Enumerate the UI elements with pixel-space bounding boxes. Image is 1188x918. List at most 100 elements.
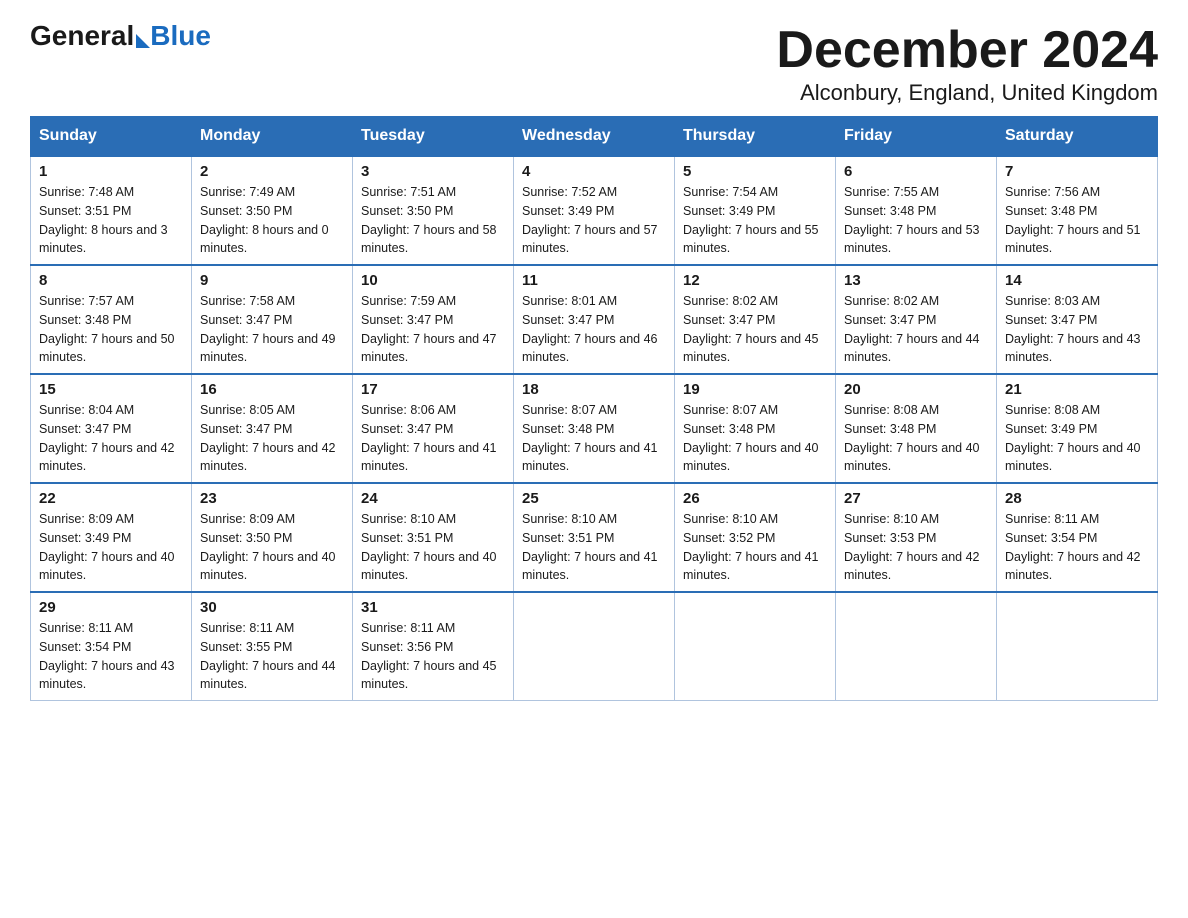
day-info: Sunrise: 8:11 AMSunset: 3:56 PMDaylight:… (361, 621, 497, 691)
day-number: 10 (361, 272, 505, 289)
day-info: Sunrise: 8:01 AMSunset: 3:47 PMDaylight:… (522, 294, 658, 364)
table-row: 6Sunrise: 7:55 AMSunset: 3:48 PMDaylight… (836, 156, 997, 265)
table-row: 21Sunrise: 8:08 AMSunset: 3:49 PMDayligh… (997, 374, 1158, 483)
table-row: 8Sunrise: 7:57 AMSunset: 3:48 PMDaylight… (31, 265, 192, 374)
day-number: 2 (200, 163, 344, 180)
day-info: Sunrise: 8:07 AMSunset: 3:48 PMDaylight:… (683, 403, 819, 473)
col-tuesday: Tuesday (353, 117, 514, 157)
table-row (836, 592, 997, 701)
day-info: Sunrise: 8:05 AMSunset: 3:47 PMDaylight:… (200, 403, 336, 473)
logo-triangle-icon (136, 34, 150, 48)
day-info: Sunrise: 8:08 AMSunset: 3:49 PMDaylight:… (1005, 403, 1141, 473)
day-info: Sunrise: 8:11 AMSunset: 3:54 PMDaylight:… (1005, 512, 1141, 582)
day-info: Sunrise: 7:58 AMSunset: 3:47 PMDaylight:… (200, 294, 336, 364)
day-number: 7 (1005, 163, 1149, 180)
day-info: Sunrise: 7:48 AMSunset: 3:51 PMDaylight:… (39, 185, 168, 255)
calendar-week-row: 22 Sunrise: 8:09 AMSunset: 3:49 PMDayligh… (31, 483, 1158, 592)
table-row: 5 Sunrise: 7:54 AMSunset: 3:49 PMDaylight… (675, 156, 836, 265)
col-wednesday: Wednesday (514, 117, 675, 157)
table-row: 13 Sunrise: 8:02 AMSunset: 3:47 PMDayligh… (836, 265, 997, 374)
day-info: Sunrise: 8:10 AMSunset: 3:52 PMDaylight:… (683, 512, 819, 582)
day-info: Sunrise: 7:51 AMSunset: 3:50 PMDaylight:… (361, 185, 497, 255)
day-info: Sunrise: 8:09 AMSunset: 3:49 PMDaylight:… (39, 512, 175, 582)
table-row: 22 Sunrise: 8:09 AMSunset: 3:49 PMDayligh… (31, 483, 192, 592)
calendar-table: Sunday Monday Tuesday Wednesday Thursday… (30, 116, 1158, 701)
table-row: 12Sunrise: 8:02 AMSunset: 3:47 PMDayligh… (675, 265, 836, 374)
table-row: 19 Sunrise: 8:07 AMSunset: 3:48 PMDayligh… (675, 374, 836, 483)
day-number: 23 (200, 490, 344, 507)
day-info: Sunrise: 7:52 AMSunset: 3:49 PMDaylight:… (522, 185, 658, 255)
table-row: 17Sunrise: 8:06 AMSunset: 3:47 PMDayligh… (353, 374, 514, 483)
day-number: 17 (361, 381, 505, 398)
col-saturday: Saturday (997, 117, 1158, 157)
table-row: 26 Sunrise: 8:10 AMSunset: 3:52 PMDayligh… (675, 483, 836, 592)
table-row: 29Sunrise: 8:11 AMSunset: 3:54 PMDayligh… (31, 592, 192, 701)
col-sunday: Sunday (31, 117, 192, 157)
logo-blue-text: Blue (150, 20, 211, 52)
day-number: 6 (844, 163, 988, 180)
day-info: Sunrise: 8:09 AMSunset: 3:50 PMDaylight:… (200, 512, 336, 582)
title-block: December 2024 Alconbury, England, United… (776, 20, 1158, 106)
table-row: 9 Sunrise: 7:58 AMSunset: 3:47 PMDaylight… (192, 265, 353, 374)
day-number: 30 (200, 599, 344, 616)
table-row: 24 Sunrise: 8:10 AMSunset: 3:51 PMDayligh… (353, 483, 514, 592)
day-number: 5 (683, 163, 827, 180)
table-row: 14 Sunrise: 8:03 AMSunset: 3:47 PMDayligh… (997, 265, 1158, 374)
table-row: 18Sunrise: 8:07 AMSunset: 3:48 PMDayligh… (514, 374, 675, 483)
table-row: 23 Sunrise: 8:09 AMSunset: 3:50 PMDayligh… (192, 483, 353, 592)
day-number: 11 (522, 272, 666, 289)
day-number: 20 (844, 381, 988, 398)
day-number: 28 (1005, 490, 1149, 507)
day-number: 16 (200, 381, 344, 398)
table-row: 25 Sunrise: 8:10 AMSunset: 3:51 PMDayligh… (514, 483, 675, 592)
day-number: 18 (522, 381, 666, 398)
table-row: 1Sunrise: 7:48 AMSunset: 3:51 PMDaylight… (31, 156, 192, 265)
col-thursday: Thursday (675, 117, 836, 157)
day-info: Sunrise: 8:02 AMSunset: 3:47 PMDaylight:… (683, 294, 819, 364)
day-number: 9 (200, 272, 344, 289)
day-info: Sunrise: 8:10 AMSunset: 3:51 PMDaylight:… (522, 512, 658, 582)
table-row: 4 Sunrise: 7:52 AMSunset: 3:49 PMDaylight… (514, 156, 675, 265)
day-number: 24 (361, 490, 505, 507)
day-number: 8 (39, 272, 183, 289)
calendar-week-row: 29Sunrise: 8:11 AMSunset: 3:54 PMDayligh… (31, 592, 1158, 701)
day-number: 27 (844, 490, 988, 507)
table-row: 3 Sunrise: 7:51 AMSunset: 3:50 PMDaylight… (353, 156, 514, 265)
day-info: Sunrise: 7:54 AMSunset: 3:49 PMDaylight:… (683, 185, 819, 255)
day-info: Sunrise: 8:08 AMSunset: 3:48 PMDaylight:… (844, 403, 980, 473)
day-info: Sunrise: 8:02 AMSunset: 3:47 PMDaylight:… (844, 294, 980, 364)
logo: General Blue (30, 20, 211, 52)
table-row: 10Sunrise: 7:59 AMSunset: 3:47 PMDayligh… (353, 265, 514, 374)
day-number: 14 (1005, 272, 1149, 289)
logo-general-text: General (30, 20, 134, 52)
table-row: 11 Sunrise: 8:01 AMSunset: 3:47 PMDayligh… (514, 265, 675, 374)
day-info: Sunrise: 8:03 AMSunset: 3:47 PMDaylight:… (1005, 294, 1141, 364)
month-title: December 2024 (776, 20, 1158, 80)
table-row: 31Sunrise: 8:11 AMSunset: 3:56 PMDayligh… (353, 592, 514, 701)
table-row: 27 Sunrise: 8:10 AMSunset: 3:53 PMDayligh… (836, 483, 997, 592)
day-info: Sunrise: 8:11 AMSunset: 3:55 PMDaylight:… (200, 621, 336, 691)
day-number: 3 (361, 163, 505, 180)
table-row: 15Sunrise: 8:04 AMSunset: 3:47 PMDayligh… (31, 374, 192, 483)
day-number: 4 (522, 163, 666, 180)
day-number: 19 (683, 381, 827, 398)
day-number: 13 (844, 272, 988, 289)
day-info: Sunrise: 8:10 AMSunset: 3:53 PMDaylight:… (844, 512, 980, 582)
calendar-header-row: Sunday Monday Tuesday Wednesday Thursday… (31, 117, 1158, 157)
calendar-week-row: 1Sunrise: 7:48 AMSunset: 3:51 PMDaylight… (31, 156, 1158, 265)
table-row: 30 Sunrise: 8:11 AMSunset: 3:55 PMDayligh… (192, 592, 353, 701)
table-row (514, 592, 675, 701)
page-header: General Blue December 2024 Alconbury, En… (30, 20, 1158, 106)
table-row: 7 Sunrise: 7:56 AMSunset: 3:48 PMDaylight… (997, 156, 1158, 265)
day-info: Sunrise: 8:10 AMSunset: 3:51 PMDaylight:… (361, 512, 497, 582)
location-text: Alconbury, England, United Kingdom (776, 80, 1158, 106)
day-number: 25 (522, 490, 666, 507)
col-monday: Monday (192, 117, 353, 157)
day-info: Sunrise: 7:56 AMSunset: 3:48 PMDaylight:… (1005, 185, 1141, 255)
day-number: 22 (39, 490, 183, 507)
table-row: 20 Sunrise: 8:08 AMSunset: 3:48 PMDayligh… (836, 374, 997, 483)
table-row (675, 592, 836, 701)
table-row (997, 592, 1158, 701)
day-info: Sunrise: 7:49 AMSunset: 3:50 PMDaylight:… (200, 185, 329, 255)
day-number: 26 (683, 490, 827, 507)
